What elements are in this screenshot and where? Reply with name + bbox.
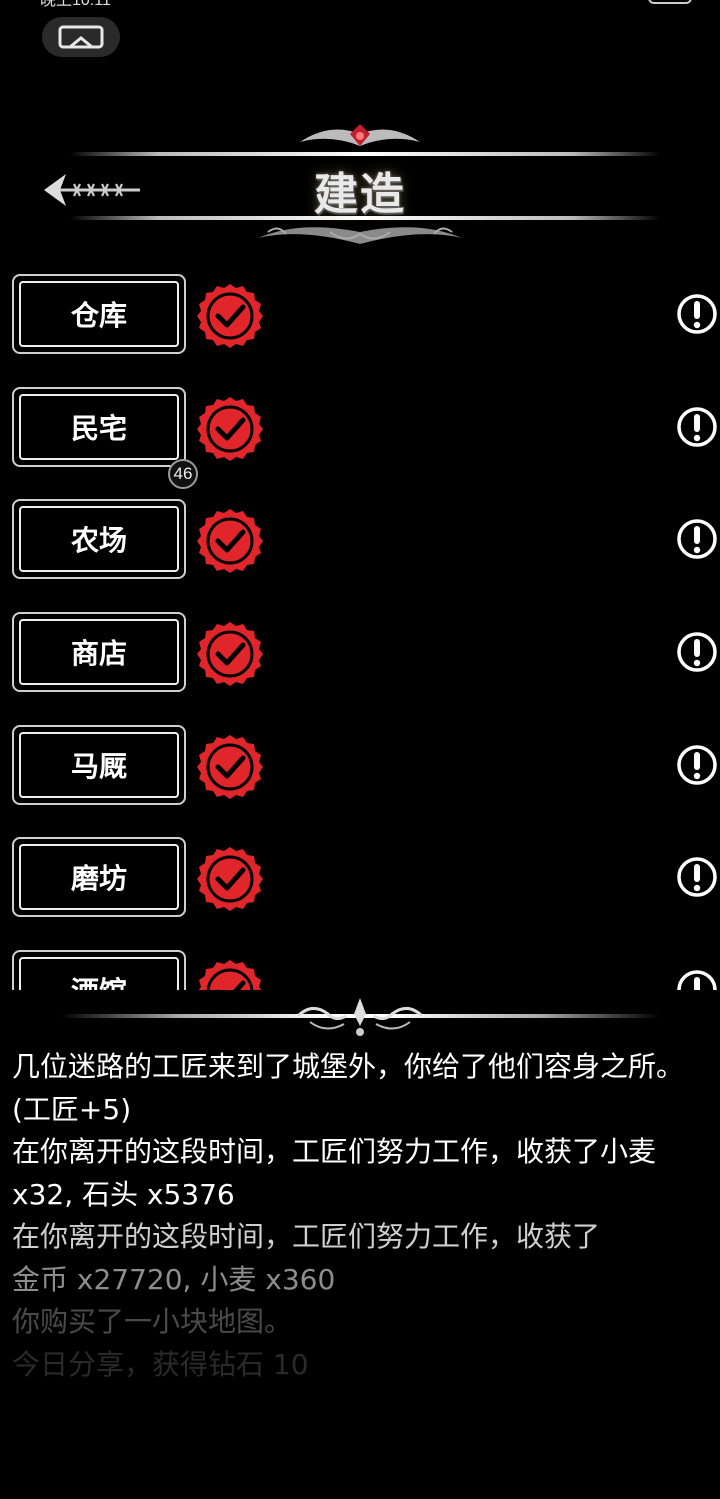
list-item: 农场 <box>0 487 720 579</box>
list-item: 商店 <box>0 600 720 692</box>
check-circle-icon[interactable] <box>197 734 263 800</box>
check-circle-icon[interactable] <box>197 846 263 912</box>
log-line: 金币 x27720, 小麦 x360 <box>12 1262 336 1296</box>
building-button-tavern[interactable]: 酒馆 <box>12 950 186 990</box>
building-label: 农场 <box>19 506 179 572</box>
building-button-shop[interactable]: 商店 <box>12 612 186 692</box>
exclamation-circle-icon[interactable] <box>676 406 718 448</box>
list-item: 民宅 46 <box>0 375 720 489</box>
exclamation-circle-icon[interactable] <box>676 631 718 673</box>
exclamation-circle-icon[interactable] <box>676 856 718 898</box>
status-bar: 晚上10:11 <box>0 0 720 9</box>
ornamental-divider <box>60 998 660 1036</box>
count-badge: 46 <box>168 459 198 489</box>
list-item: 磨坊 <box>0 825 720 917</box>
exclamation-circle-icon[interactable] <box>676 744 718 786</box>
list-item: 马厩 <box>0 713 720 805</box>
list-item: 仓库 <box>0 262 720 354</box>
log-line: 在你离开的这段时间，工匠们努力工作，收获了小麦 x32, 石头 x5376 <box>12 1135 657 1211</box>
back-button[interactable] <box>40 168 150 212</box>
window-minimize-icon <box>58 25 104 49</box>
building-list[interactable]: 仓库 民宅 46 农场 商店 马厩 磨坊 <box>0 262 720 990</box>
building-button-stable[interactable]: 马厩 <box>12 725 186 805</box>
page-header: 建造 <box>0 120 720 255</box>
log-line: 在你离开的这段时间，工匠们努力工作，收获了 <box>12 1220 601 1253</box>
check-circle-icon[interactable] <box>197 396 263 462</box>
list-item: 酒馆 <box>0 938 720 990</box>
building-button-mill[interactable]: 磨坊 <box>12 837 186 917</box>
page-title: 建造 <box>314 169 406 220</box>
exclamation-circle-icon[interactable] <box>676 969 718 990</box>
building-label: 商店 <box>19 619 179 685</box>
building-button-warehouse[interactable]: 仓库 <box>12 274 186 354</box>
status-time: 晚上10:11 <box>40 0 111 9</box>
minimize-button[interactable] <box>42 17 120 57</box>
building-label: 酒馆 <box>19 957 179 990</box>
ornate-back-arrow-icon <box>44 174 140 206</box>
building-label: 磨坊 <box>19 844 179 910</box>
check-circle-icon[interactable] <box>197 283 263 349</box>
check-circle-icon[interactable] <box>197 959 263 990</box>
building-label: 仓库 <box>19 281 179 347</box>
message-log: 几位迷路的工匠来到了城堡外，你给了他们容身之所。(工匠+5) 在你离开的这段时间… <box>12 1046 712 1386</box>
check-circle-icon[interactable] <box>197 508 263 574</box>
battery-icon <box>648 0 692 4</box>
building-button-house[interactable]: 民宅 <box>12 387 186 467</box>
building-label: 马厩 <box>19 732 179 798</box>
log-line: 你购买了一小块地图。 <box>12 1305 293 1338</box>
check-circle-icon[interactable] <box>197 621 263 687</box>
exclamation-circle-icon[interactable] <box>676 293 718 335</box>
log-line: 几位迷路的工匠来到了城堡外，你给了他们容身之所。(工匠+5) <box>12 1050 685 1126</box>
log-line: 今日分享，获得钻石 10 <box>12 1347 309 1381</box>
exclamation-circle-icon[interactable] <box>676 518 718 560</box>
building-button-farm[interactable]: 农场 <box>12 499 186 579</box>
building-label: 民宅 <box>19 394 179 460</box>
